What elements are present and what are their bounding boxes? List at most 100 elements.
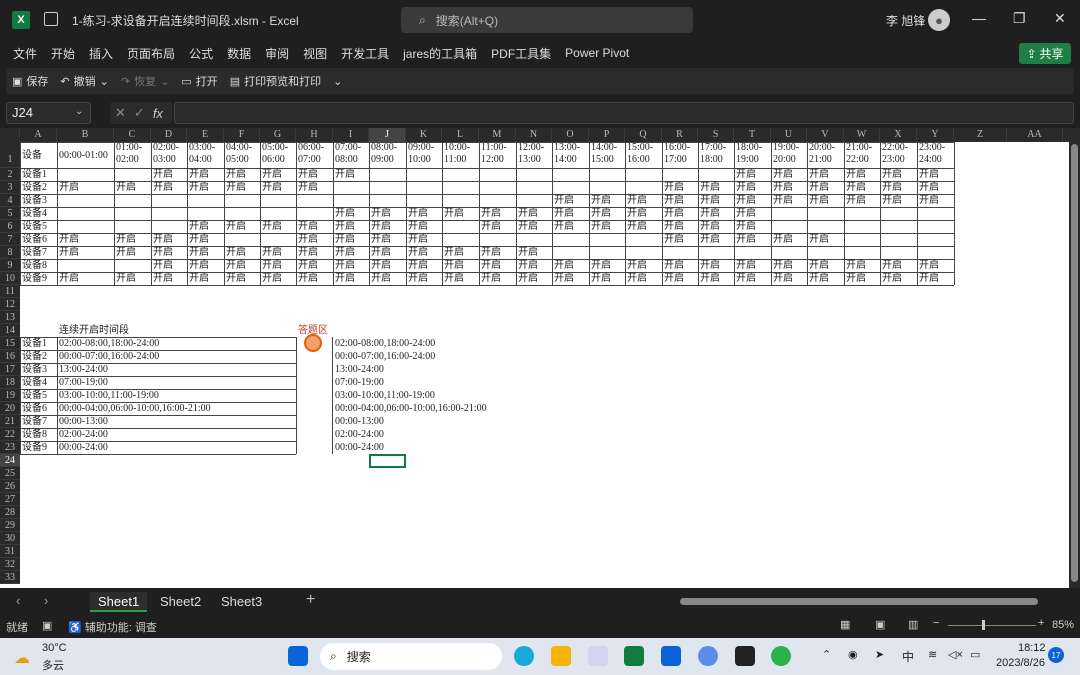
column-header[interactable]: P xyxy=(589,128,625,142)
close-icon[interactable]: ✕ xyxy=(1054,10,1066,27)
cell[interactable]: 00:00-13:00 xyxy=(57,415,108,428)
cell[interactable]: 13:00- 14:00 xyxy=(552,142,580,166)
search-box[interactable]: ⌕ 搜索(Alt+Q) xyxy=(401,7,693,33)
cell[interactable]: 设备2 xyxy=(20,350,47,363)
cell[interactable]: 设备1 xyxy=(20,337,47,350)
cell[interactable]: 开启 xyxy=(296,220,318,233)
row-header[interactable]: 32 xyxy=(0,558,20,571)
vertical-scrollbar[interactable] xyxy=(1069,128,1080,588)
row-header[interactable]: 1 xyxy=(0,142,20,168)
cell[interactable]: 06:00- 07:00 xyxy=(296,142,324,166)
cell[interactable]: 开启 xyxy=(734,168,756,181)
select-all-corner[interactable] xyxy=(0,128,20,142)
cell[interactable]: 开启 xyxy=(771,233,793,246)
customize-qat-icon[interactable]: ⌄ xyxy=(333,75,342,88)
cell[interactable]: 开启 xyxy=(662,272,684,285)
cell[interactable]: 11:00- 12:00 xyxy=(479,142,507,166)
cell[interactable]: 开启 xyxy=(516,220,538,233)
cell[interactable]: 18:00- 19:00 xyxy=(734,142,762,166)
row-header[interactable]: 29 xyxy=(0,519,20,532)
row-header[interactable]: 22 xyxy=(0,428,20,441)
cell[interactable]: 22:00- 23:00 xyxy=(880,142,908,166)
cell[interactable]: 开启 xyxy=(260,168,282,181)
cell[interactable]: 开启 xyxy=(734,233,756,246)
cell[interactable]: 设备1 xyxy=(20,168,47,181)
cell[interactable]: 设备4 xyxy=(20,207,47,220)
cell[interactable]: 02:00-08:00,18:00-24:00 xyxy=(57,337,159,350)
menu-item-11[interactable]: Power Pivot xyxy=(558,46,636,60)
cell[interactable]: 开启 xyxy=(625,194,647,207)
cell[interactable]: 开启 xyxy=(151,259,173,272)
cell[interactable]: 开启 xyxy=(260,181,282,194)
cell[interactable]: 开启 xyxy=(589,220,611,233)
cell[interactable]: 设备6 xyxy=(20,233,47,246)
row-header[interactable]: 3 xyxy=(0,181,20,194)
cell[interactable]: 开启 xyxy=(589,207,611,220)
cell[interactable]: 开启 xyxy=(406,272,428,285)
cell[interactable]: 12:00- 13:00 xyxy=(516,142,544,166)
page-break-icon[interactable]: ▥ xyxy=(908,618,918,631)
cell[interactable]: 02:00-24:00 xyxy=(333,428,384,441)
cell[interactable]: 07:00- 08:00 xyxy=(333,142,361,166)
cell[interactable]: 开启 xyxy=(880,259,902,272)
cell[interactable]: 05:00- 06:00 xyxy=(260,142,288,166)
row-header[interactable]: 4 xyxy=(0,194,20,207)
column-header[interactable]: I xyxy=(333,128,369,142)
cell[interactable]: 开启 xyxy=(260,272,282,285)
wechat-icon[interactable] xyxy=(771,646,791,666)
row-header[interactable]: 20 xyxy=(0,402,20,415)
cell[interactable]: 开启 xyxy=(406,259,428,272)
column-header[interactable]: D xyxy=(151,128,187,142)
cell[interactable]: 开启 xyxy=(662,207,684,220)
row-header[interactable]: 24 xyxy=(0,454,20,467)
cell[interactable]: 开启 xyxy=(880,168,902,181)
row-header[interactable]: 13 xyxy=(0,311,20,324)
cell[interactable]: 开启 xyxy=(771,168,793,181)
row-header[interactable]: 6 xyxy=(0,220,20,233)
cell[interactable]: 开启 xyxy=(57,181,79,194)
row-header[interactable]: 12 xyxy=(0,298,20,311)
cell[interactable]: 08:00- 09:00 xyxy=(369,142,397,166)
cell[interactable]: 开启 xyxy=(57,272,79,285)
cell[interactable]: 00:00-13:00 xyxy=(333,415,384,428)
column-header[interactable]: N xyxy=(516,128,552,142)
column-header[interactable]: B xyxy=(57,128,114,142)
cell[interactable]: 开启 xyxy=(333,220,355,233)
cell[interactable]: 开启 xyxy=(589,259,611,272)
cell[interactable]: 开启 xyxy=(625,259,647,272)
cell[interactable]: 00:00-24:00 xyxy=(57,441,108,454)
macro-record-icon[interactable]: ▣ xyxy=(42,619,52,632)
cell[interactable]: 15:00- 16:00 xyxy=(625,142,653,166)
tray-app-icon[interactable]: ◉ xyxy=(848,648,858,661)
column-header[interactable]: V xyxy=(807,128,844,142)
row-header[interactable]: 7 xyxy=(0,233,20,246)
scroll-thumb[interactable] xyxy=(1071,144,1078,582)
cell[interactable]: 开启 xyxy=(516,272,538,285)
cell[interactable]: 开启 xyxy=(662,259,684,272)
cell[interactable]: 开启 xyxy=(917,181,939,194)
cell[interactable]: 开启 xyxy=(151,168,173,181)
cell[interactable]: 开启 xyxy=(771,259,793,272)
cell[interactable]: 开启 xyxy=(333,246,355,259)
zoom-slider-thumb[interactable] xyxy=(982,620,985,630)
cell[interactable]: 14:00- 15:00 xyxy=(589,142,617,166)
cell[interactable]: 开启 xyxy=(479,207,501,220)
column-header[interactable]: C xyxy=(114,128,151,142)
cell[interactable]: 开启 xyxy=(734,181,756,194)
formula-input[interactable] xyxy=(174,102,1074,124)
cell[interactable]: 开启 xyxy=(369,272,391,285)
open-button[interactable]: ▭ 打开 xyxy=(181,73,217,89)
menu-item-9[interactable]: jares的工具箱 xyxy=(396,45,484,62)
cell[interactable]: 开启 xyxy=(369,246,391,259)
column-header[interactable]: W xyxy=(844,128,880,142)
column-header[interactable]: AA xyxy=(1007,128,1063,142)
row-header[interactable]: 17 xyxy=(0,363,20,376)
cell[interactable]: 开启 xyxy=(151,181,173,194)
cell[interactable]: 开启 xyxy=(844,181,866,194)
column-header[interactable]: Y xyxy=(917,128,954,142)
cell[interactable]: 开启 xyxy=(224,246,246,259)
cell[interactable]: 开启 xyxy=(917,168,939,181)
menu-item-6[interactable]: 审阅 xyxy=(258,45,296,62)
cell[interactable]: 开启 xyxy=(880,181,902,194)
cell[interactable]: 开启 xyxy=(516,246,538,259)
